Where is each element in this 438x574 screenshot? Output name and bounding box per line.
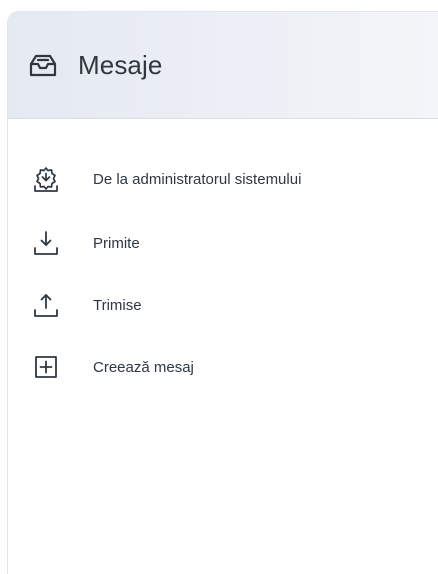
menu-item-inbox[interactable]: Primite [32, 229, 140, 257]
admin-gear-icon [32, 165, 60, 193]
page-title: Mesaje [78, 49, 163, 80]
message-box-icon [28, 50, 58, 80]
panel-header: Mesaje [8, 12, 438, 119]
download-arrow-icon [32, 229, 60, 257]
menu-item-label: Creează mesaj [93, 358, 194, 376]
menu-item-sent[interactable]: Trimise [32, 291, 142, 319]
upload-arrow-icon [32, 291, 60, 319]
menu-item-label: De la administratorul sistemului [93, 170, 302, 188]
menu-item-label: Trimise [93, 296, 142, 314]
messages-panel: Mesaje De la administratorul sistemului … [7, 11, 438, 574]
menu-item-label: Primite [93, 234, 140, 252]
plus-box-icon [32, 353, 60, 381]
menu-item-from-admin[interactable]: De la administratorul sistemului [32, 165, 301, 193]
menu-item-create-message[interactable]: Creează mesaj [32, 353, 194, 381]
